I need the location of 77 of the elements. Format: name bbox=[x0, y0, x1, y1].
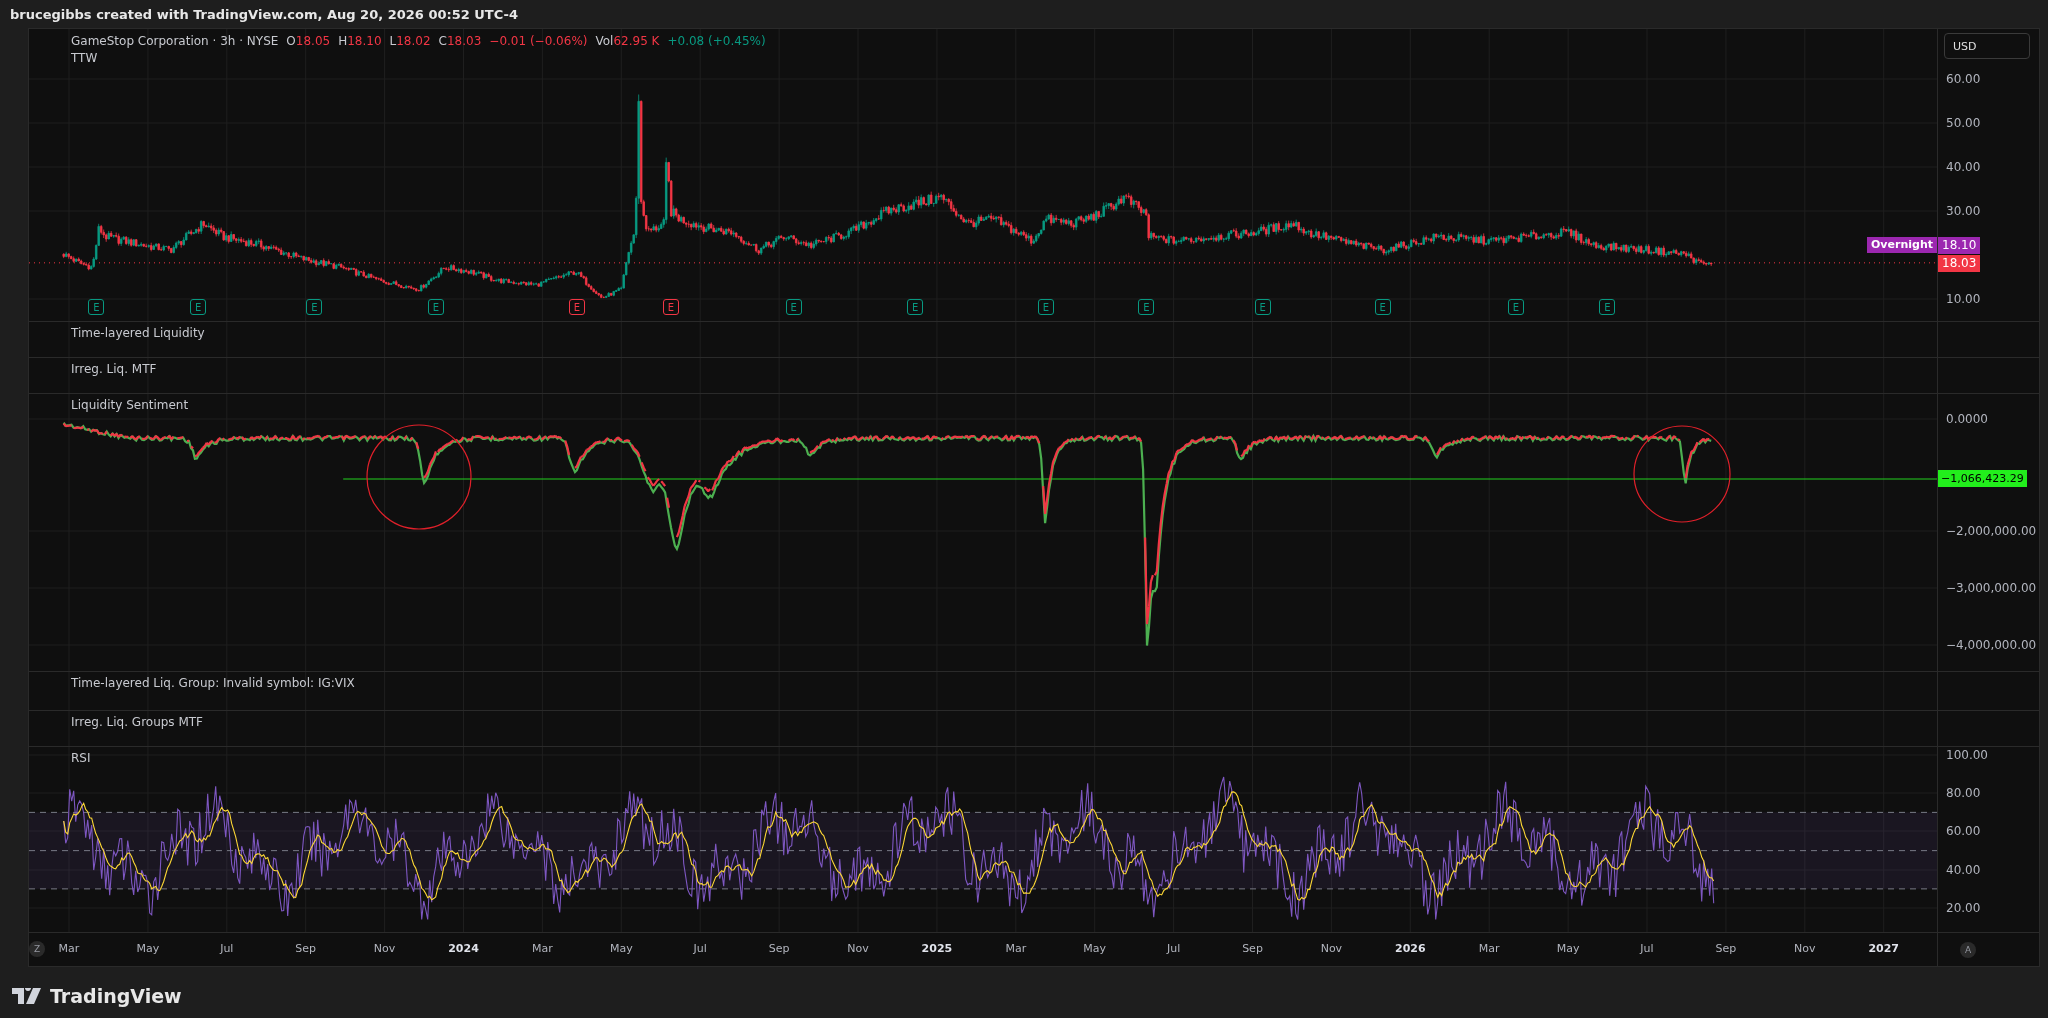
time-axis-label: Sep bbox=[295, 942, 317, 955]
volume-value: Vol62.95 K bbox=[595, 33, 660, 50]
time-axis-label: Jul bbox=[220, 942, 234, 955]
axis-label: 100.00 bbox=[1946, 748, 1988, 762]
time-axis-label: Jul bbox=[693, 942, 707, 955]
axis-label: −2,000,000.00 bbox=[1946, 524, 2037, 538]
time-axis-label: 2027 bbox=[1868, 942, 1899, 955]
axis-label: 40.00 bbox=[1946, 160, 1981, 174]
time-axis-label: Nov bbox=[847, 942, 869, 955]
indicator-title: Irreg. Liq. Groups MTF bbox=[71, 715, 203, 729]
time-axis-label: Mar bbox=[532, 942, 553, 955]
earnings-marker[interactable]: E bbox=[1138, 299, 1155, 315]
earnings-marker[interactable]: E bbox=[907, 299, 924, 315]
earnings-marker[interactable]: E bbox=[427, 299, 444, 315]
earnings-marker[interactable]: E bbox=[306, 299, 323, 315]
axis-label: −3,000,000.00 bbox=[1946, 581, 2037, 595]
axis-label: 20.00 bbox=[1946, 901, 1981, 915]
ohlc-value: C18.03 bbox=[438, 33, 482, 50]
currency-button[interactable]: USD bbox=[1944, 33, 2030, 59]
time-axis-label: May bbox=[609, 942, 633, 955]
ohlc-value: L18.02 bbox=[389, 33, 431, 50]
time-axis-label: Nov bbox=[1320, 942, 1343, 955]
ohlc-value: O18.05 bbox=[286, 33, 331, 50]
time-axis-label: Sep bbox=[1715, 942, 1737, 955]
indicator-title: Irreg. Liq. MTF bbox=[71, 362, 157, 376]
time-axis-label: Sep bbox=[1242, 942, 1263, 955]
indicator-title: Time-layered Liq. Group: Invalid symbol: IG:VIX bbox=[71, 676, 355, 690]
time-axis-label: May bbox=[1083, 942, 1107, 955]
scale-button[interactable]: Z bbox=[29, 941, 45, 957]
time-axis-label: 2025 bbox=[921, 942, 953, 955]
last-price-label: 18.03 bbox=[1938, 255, 1981, 272]
earnings-marker[interactable]: E bbox=[568, 299, 585, 315]
symbol-title: GameStop Corporation · 3h · NYSE bbox=[71, 33, 279, 50]
axis-label: 10.00 bbox=[1946, 292, 1981, 306]
earnings-marker[interactable]: E bbox=[88, 299, 105, 315]
level-label: −1,066,423.29 bbox=[1938, 470, 2027, 487]
earnings-marker[interactable]: E bbox=[1374, 299, 1391, 315]
axis-label: −4,000,000.00 bbox=[1946, 638, 2037, 652]
earnings-marker[interactable]: E bbox=[1599, 299, 1616, 315]
time-axis-label: Mar bbox=[58, 942, 80, 955]
time-axis-label: Jul bbox=[1166, 942, 1181, 955]
time-axis-label: May bbox=[1556, 942, 1580, 955]
tradingview-logo-icon bbox=[12, 988, 44, 1004]
earnings-marker[interactable]: E bbox=[1254, 299, 1271, 315]
earnings-marker[interactable]: E bbox=[662, 299, 679, 315]
snapshot-title: brucegibbs created with TradingView.com, Aug 20, 2026 00:52 UTC-4 bbox=[10, 6, 518, 22]
time-axis-label: 2026 bbox=[1395, 942, 1426, 955]
indicator-title: Time-layered Liquidity bbox=[71, 326, 205, 340]
axis-label: 0.0000 bbox=[1946, 412, 1988, 426]
indicator-title: TTW bbox=[71, 50, 98, 67]
session-price-label: 18.10 bbox=[1938, 237, 1981, 254]
ohlc-value: H18.10 bbox=[338, 33, 382, 50]
time-axis-label: Mar bbox=[1478, 942, 1500, 955]
axis-label: 80.00 bbox=[1946, 786, 1981, 800]
time-axis-label: 2024 bbox=[448, 942, 479, 955]
time-axis-label: Mar bbox=[1005, 942, 1027, 955]
axis-label: 60.00 bbox=[1946, 72, 1981, 86]
auto-scale-button[interactable]: A bbox=[1960, 941, 1976, 958]
earnings-marker[interactable]: E bbox=[190, 299, 207, 315]
indicator-title: RSI bbox=[71, 751, 91, 765]
session-tag: Overnight bbox=[1867, 237, 1937, 253]
time-axis-label: Jul bbox=[1640, 942, 1654, 955]
time-axis-label: Nov bbox=[373, 942, 396, 955]
axis-label: 40.00 bbox=[1946, 863, 1981, 877]
price-change: −0.01 (−0.06%) bbox=[489, 33, 588, 50]
time-axis-label: Sep bbox=[768, 942, 790, 955]
indicator-title: Liquidity Sentiment bbox=[71, 398, 189, 412]
volume-change: +0.08 (+0.45%) bbox=[667, 33, 766, 50]
brand-name: TradingView bbox=[50, 985, 182, 1007]
time-axis-label: May bbox=[136, 942, 160, 955]
axis-label: 60.00 bbox=[1946, 824, 1981, 838]
earnings-marker[interactable]: E bbox=[785, 299, 802, 315]
earnings-marker[interactable]: E bbox=[1037, 299, 1054, 315]
axis-label: 30.00 bbox=[1946, 204, 1981, 218]
axis-label: 50.00 bbox=[1946, 116, 1981, 130]
earnings-marker[interactable]: E bbox=[1507, 299, 1524, 315]
time-axis-label: Nov bbox=[1794, 942, 1816, 955]
